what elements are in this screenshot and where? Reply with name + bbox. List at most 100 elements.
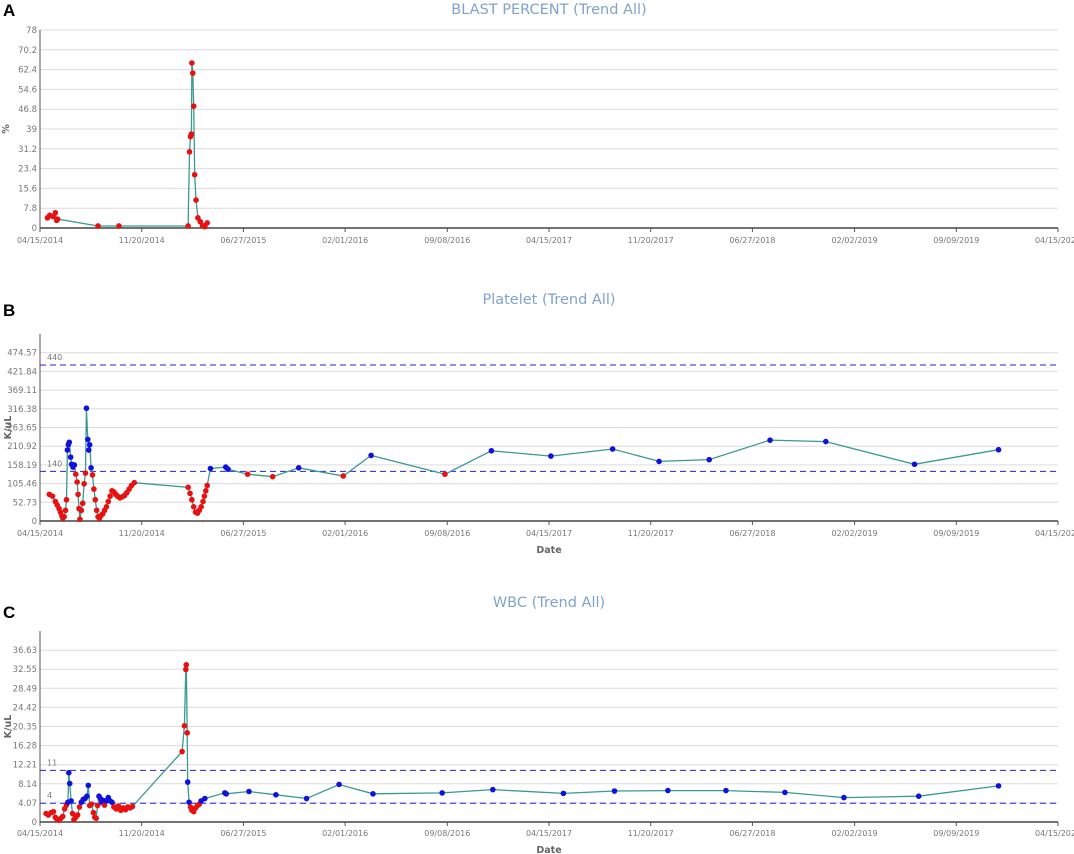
data-point-abnormal[interactable] bbox=[105, 498, 112, 505]
data-point-abnormal[interactable] bbox=[88, 801, 95, 807]
data-point-normal[interactable] bbox=[439, 790, 445, 796]
data-point-abnormal[interactable] bbox=[89, 472, 96, 478]
data-point-normal[interactable] bbox=[706, 456, 713, 463]
data-point-abnormal[interactable] bbox=[181, 722, 188, 729]
data-point-normal[interactable] bbox=[911, 461, 918, 468]
data-point-abnormal[interactable] bbox=[269, 473, 276, 480]
data-point-normal[interactable] bbox=[841, 794, 847, 801]
data-point-abnormal[interactable] bbox=[72, 471, 79, 477]
data-point-abnormal[interactable] bbox=[75, 491, 81, 498]
data-point-abnormal[interactable] bbox=[204, 482, 210, 489]
data-point-normal[interactable] bbox=[85, 782, 92, 789]
data-point-normal[interactable] bbox=[202, 795, 208, 802]
data-point-abnormal[interactable] bbox=[54, 216, 61, 222]
data-point-abnormal[interactable] bbox=[179, 748, 185, 755]
data-point-normal[interactable] bbox=[368, 452, 374, 459]
data-point-abnormal[interactable] bbox=[74, 812, 81, 818]
data-point-normal[interactable] bbox=[68, 798, 74, 804]
data-point-normal[interactable] bbox=[915, 793, 922, 799]
data-point-abnormal[interactable] bbox=[186, 149, 193, 155]
data-point-abnormal[interactable] bbox=[202, 488, 209, 494]
data-point-normal[interactable] bbox=[246, 788, 252, 795]
data-point-normal[interactable] bbox=[273, 791, 279, 798]
data-point-normal[interactable] bbox=[225, 466, 231, 473]
data-point-normal[interactable] bbox=[83, 405, 90, 412]
data-point-normal[interactable] bbox=[822, 438, 829, 445]
data-point-abnormal[interactable] bbox=[52, 209, 59, 216]
data-point-abnormal[interactable] bbox=[204, 220, 210, 226]
data-point-normal[interactable] bbox=[88, 465, 94, 471]
data-point-abnormal[interactable] bbox=[74, 479, 80, 485]
data-point-abnormal[interactable] bbox=[201, 493, 208, 499]
data-point-abnormal[interactable] bbox=[79, 500, 86, 507]
data-point-normal[interactable] bbox=[665, 787, 671, 794]
data-point-abnormal[interactable] bbox=[131, 479, 138, 486]
data-point-normal[interactable] bbox=[488, 447, 495, 454]
data-point-abnormal[interactable] bbox=[244, 471, 251, 477]
data-point-normal[interactable] bbox=[71, 462, 78, 468]
data-point-abnormal[interactable] bbox=[95, 223, 101, 229]
data-point-normal[interactable] bbox=[66, 780, 73, 787]
data-point-abnormal[interactable] bbox=[184, 730, 191, 736]
data-point-abnormal[interactable] bbox=[62, 507, 69, 514]
data-point-normal[interactable] bbox=[782, 789, 788, 796]
data-point-normal[interactable] bbox=[303, 795, 310, 802]
data-point-abnormal[interactable] bbox=[81, 480, 87, 487]
data-point-normal[interactable] bbox=[995, 446, 1002, 453]
data-point-abnormal[interactable] bbox=[442, 471, 448, 477]
data-point-abnormal[interactable] bbox=[198, 504, 204, 510]
data-point-abnormal[interactable] bbox=[193, 197, 199, 203]
data-point-abnormal[interactable] bbox=[187, 490, 193, 497]
data-point-normal[interactable] bbox=[490, 786, 496, 793]
data-point-abnormal[interactable] bbox=[183, 661, 190, 668]
data-point-abnormal[interactable] bbox=[129, 803, 136, 810]
data-point-normal[interactable] bbox=[723, 787, 729, 794]
data-point-normal[interactable] bbox=[85, 436, 91, 443]
data-point-abnormal[interactable] bbox=[191, 171, 198, 178]
data-point-normal[interactable] bbox=[611, 788, 618, 794]
data-point-normal[interactable] bbox=[295, 465, 302, 471]
data-point-normal[interactable] bbox=[609, 446, 616, 452]
data-point-normal[interactable] bbox=[548, 453, 554, 459]
data-point-abnormal[interactable] bbox=[49, 493, 56, 499]
data-point-abnormal[interactable] bbox=[188, 131, 195, 137]
data-point-normal[interactable] bbox=[995, 783, 1002, 789]
data-point-abnormal[interactable] bbox=[91, 486, 97, 492]
data-point-abnormal[interactable] bbox=[116, 223, 122, 229]
data-point-abnormal[interactable] bbox=[50, 808, 57, 815]
data-point-normal[interactable] bbox=[207, 465, 214, 472]
data-point-normal[interactable] bbox=[86, 441, 93, 448]
data-point-abnormal[interactable] bbox=[93, 507, 100, 514]
data-point-normal[interactable] bbox=[64, 447, 71, 453]
data-point-normal[interactable] bbox=[84, 793, 90, 799]
data-point-abnormal[interactable] bbox=[190, 103, 197, 109]
data-point-normal[interactable] bbox=[65, 769, 72, 776]
data-point-abnormal[interactable] bbox=[189, 496, 195, 503]
data-point-normal[interactable] bbox=[767, 437, 773, 443]
data-point-abnormal[interactable] bbox=[77, 516, 83, 523]
data-point-normal[interactable] bbox=[370, 791, 376, 797]
data-point-normal[interactable] bbox=[656, 458, 662, 465]
data-point-abnormal[interactable] bbox=[200, 498, 206, 505]
data-point-normal[interactable] bbox=[560, 790, 567, 797]
data-point-abnormal[interactable] bbox=[185, 223, 191, 229]
data-point-abnormal[interactable] bbox=[189, 70, 196, 76]
data-point-normal[interactable] bbox=[184, 779, 191, 785]
data-point-normal[interactable] bbox=[336, 781, 342, 788]
data-point-normal[interactable] bbox=[67, 454, 74, 460]
data-point-abnormal[interactable] bbox=[190, 504, 197, 510]
data-point-abnormal[interactable] bbox=[189, 60, 195, 66]
data-point-abnormal[interactable] bbox=[61, 513, 67, 520]
data-point-normal[interactable] bbox=[85, 447, 92, 453]
data-point-abnormal[interactable] bbox=[103, 504, 110, 510]
data-point-abnormal[interactable] bbox=[63, 496, 70, 503]
data-point-abnormal[interactable] bbox=[59, 813, 66, 820]
data-point-abnormal[interactable] bbox=[92, 496, 99, 503]
data-point-abnormal[interactable] bbox=[107, 493, 113, 499]
data-point-abnormal[interactable] bbox=[340, 473, 347, 479]
data-point-abnormal[interactable] bbox=[93, 815, 99, 822]
data-point-normal[interactable] bbox=[66, 439, 73, 446]
data-point-normal[interactable] bbox=[223, 791, 230, 797]
data-point-abnormal[interactable] bbox=[185, 484, 191, 491]
data-point-abnormal[interactable] bbox=[82, 470, 89, 476]
